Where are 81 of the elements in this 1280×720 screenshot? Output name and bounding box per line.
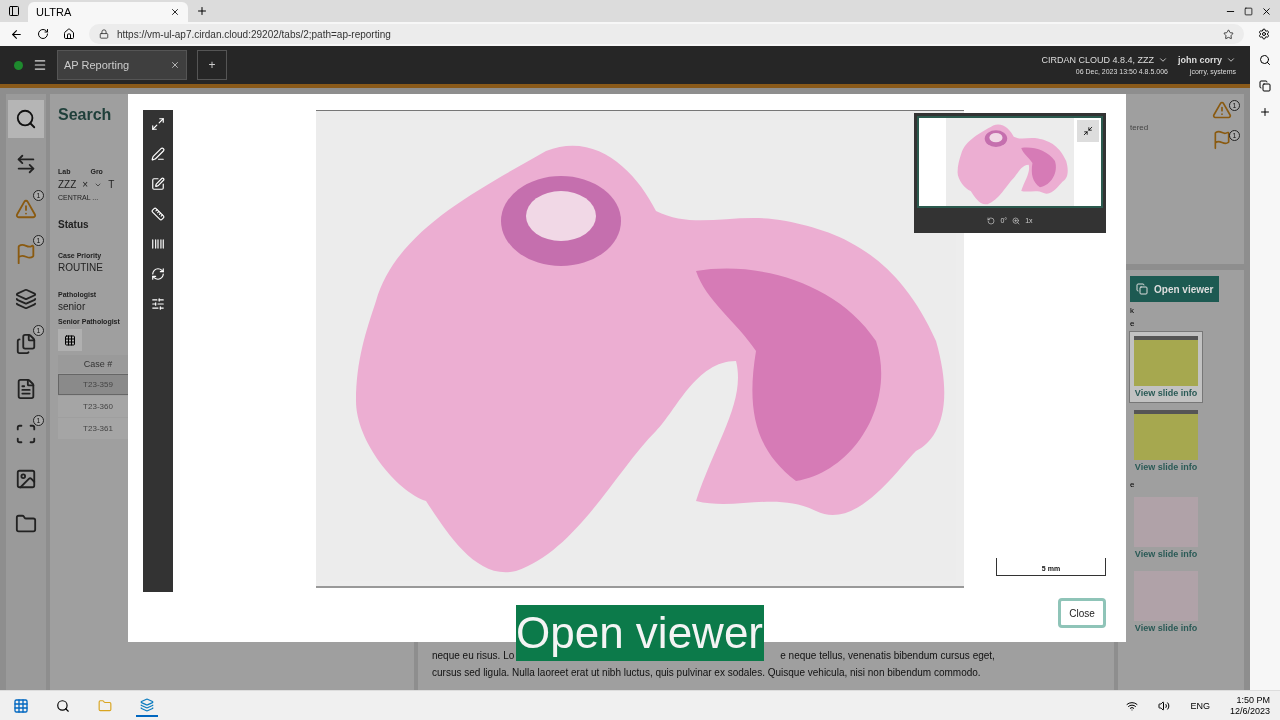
edit-icon [151,175,165,193]
open-window-icon [1136,283,1148,295]
status-text: tered [1130,122,1149,132]
frame-icon [15,423,37,445]
notes-text: cursus sed ligula. Nulla laoreet erat ut nibh luctus, quis pulvinar ex sodales. Quisque vehicula, nisi non bibendum commodo. [432,667,982,678]
app-tab[interactable]: AP Reporting [57,50,187,80]
reload-icon[interactable] [37,28,49,40]
back-icon[interactable] [10,27,23,41]
rotate-icon[interactable] [987,216,996,225]
flag-icon[interactable] [1212,130,1232,150]
minimize-button[interactable] [1077,120,1099,142]
image-icon [15,468,37,490]
section-label: e [1130,480,1135,489]
nav-button[interactable] [8,100,44,138]
user-name: john corry [1178,55,1222,65]
network-icon[interactable] [1126,699,1139,712]
home-icon[interactable] [63,28,75,40]
document-icon [15,378,37,400]
section-label: e [1130,319,1135,328]
slide-label-photo [1134,336,1198,386]
slide-label-photo [1134,410,1198,460]
slide-info-link[interactable]: View slide info [1134,462,1198,472]
flag-icon [15,243,37,265]
restore-icon[interactable] [1244,6,1253,16]
slide-info-link[interactable]: View slide info [1134,549,1198,559]
panel-title: Search [58,106,112,124]
search-icon [15,108,37,130]
sliders-icon [151,295,165,313]
diagonal-arrows-icon [151,115,165,133]
field-value: senior [58,301,86,312]
search-icon[interactable] [1259,54,1271,66]
star-icon[interactable] [1223,28,1234,40]
table-edit-button[interactable] [58,329,82,351]
section-label: k [1130,306,1134,315]
folder-icon [15,513,37,535]
field-value: ROUTINE [58,262,103,273]
field-value: ZZZ [58,179,77,190]
slides-icon [15,288,37,310]
notes-text: e neque tellus, venenatis bibendum cursus eget, [780,650,995,661]
notes-text: neque eu risus. Lo [432,650,515,661]
language-indicator[interactable]: ENG [1190,700,1210,711]
close-icon[interactable] [170,7,180,17]
warning-icon [15,198,37,220]
close-icon[interactable] [1261,5,1272,17]
slide-item[interactable]: View slide info [1130,493,1202,563]
documents-icon [15,333,37,355]
server-name: CIRDAN CLOUD 4.8.4, ZZZ [1041,55,1154,65]
lock-icon [99,29,109,39]
open-viewer-button[interactable]: Open viewer [1130,276,1220,302]
slide-info-link[interactable]: View slide info [1134,623,1198,633]
chevron-icon[interactable] [1226,55,1236,65]
address-field[interactable]: https://vm-ul-ap7.cirdan.cloud:29202/tabs/2;path=ap-reporting [89,24,1244,44]
slide-item[interactable]: View slide info [1130,567,1202,637]
clock-date: 12/6/2023 [1229,706,1270,716]
new-tab-icon[interactable] [196,5,208,17]
collapse-arrows-icon [1083,124,1093,138]
browser-tab[interactable]: ULTRA [28,2,188,22]
add-icon[interactable] [1259,106,1271,118]
add-tab-button[interactable]: + [197,50,227,80]
close-button[interactable]: Close [1058,598,1106,628]
refresh-icon [151,265,165,283]
pen-icon [151,145,165,163]
section-heading: Status [58,219,89,230]
field-value: T [108,179,115,190]
chevron-icon[interactable] [1158,55,1168,65]
zoom-icon[interactable] [1012,216,1021,225]
slide-info-link[interactable]: View slide info [1134,388,1198,398]
volume-icon[interactable] [1158,699,1171,712]
settings-icon[interactable] [1258,28,1270,40]
grid-icon [64,333,76,347]
clear-icon[interactable]: × [82,179,89,190]
slide-item[interactable]: View slide info [1130,406,1202,476]
arrows-icon [15,153,37,175]
copy-icon[interactable] [1259,80,1271,92]
slide-item[interactable]: View slide info [1130,332,1202,402]
clock-time: 1:50 PM [1236,695,1270,705]
ruler-icon [151,205,165,223]
status-dot [14,60,23,70]
caption-text: Open viewer [516,605,764,661]
tab-actions-icon[interactable] [8,5,20,17]
menu-icon[interactable] [33,58,47,72]
